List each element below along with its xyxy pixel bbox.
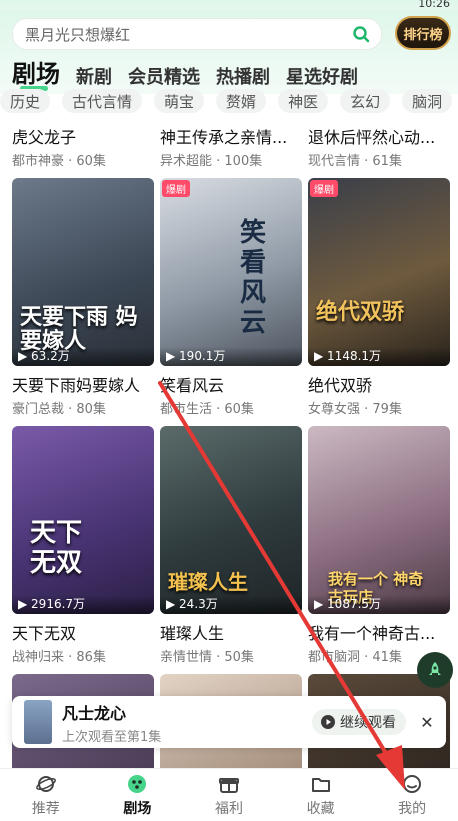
- nav-label: 收藏: [306, 800, 335, 817]
- drama-meta: 都市生活 · 60集: [160, 402, 254, 417]
- tab-hot[interactable]: 热播剧: [216, 63, 270, 89]
- folder-icon: [311, 777, 330, 792]
- nav-recommend[interactable]: 推荐: [0, 769, 92, 821]
- drama-poster[interactable]: 我有一个 神奇古玩店 ▶ 1087.5万: [308, 426, 450, 614]
- theater-icon: [128, 774, 147, 793]
- drama-poster[interactable]: 天下 无双 ▶ 2916.7万: [12, 426, 154, 614]
- play-count: ▶ 1087.5万: [308, 595, 450, 614]
- continue-thumbnail: [24, 700, 52, 744]
- status-time: 10:26: [418, 0, 450, 10]
- play-count-value: 1087.5万: [327, 597, 382, 611]
- drama-title: 天下无双: [12, 624, 77, 643]
- drama-grid: 虎父龙子 都市神豪 · 60集 神王传承之亲情... 异术超能 · 100集 退…: [0, 120, 458, 768]
- continue-watch-button[interactable]: 继续观看: [312, 709, 406, 735]
- poster-title-art: 天下 无双: [30, 518, 83, 578]
- play-count-value: 24.3万: [179, 597, 218, 611]
- gift-icon: [218, 777, 239, 793]
- category-tabs: 剧场 新剧 会员精选 热播剧 星选好剧: [12, 54, 358, 91]
- profile-icon: [403, 774, 422, 793]
- drama-card[interactable]: 笑看风云 都市生活 · 60集: [160, 372, 302, 417]
- play-count: ▶ 2916.7万: [12, 595, 154, 614]
- play-count-value: 2916.7万: [31, 597, 86, 611]
- drama-meta: 亲情世情 · 50集: [160, 650, 254, 665]
- nav-label: 剧场: [123, 800, 152, 817]
- tab-vip[interactable]: 会员精选: [128, 63, 200, 89]
- play-count: ▶ 24.3万: [160, 595, 302, 614]
- nav-label: 福利: [214, 800, 243, 817]
- continue-title: 凡士龙心: [62, 703, 127, 723]
- nav-profile[interactable]: 我的: [366, 769, 458, 821]
- continue-watch-label: 继续观看: [340, 715, 396, 731]
- drama-title: 退休后怦然心动...: [308, 128, 436, 147]
- drama-title: 神王传承之亲情...: [160, 128, 288, 147]
- chip-doctor[interactable]: 神医: [278, 89, 329, 113]
- play-count-value: 1148.1万: [327, 349, 382, 363]
- search-icon[interactable]: [347, 20, 375, 48]
- drama-title: 天要下雨妈要嫁人: [12, 376, 141, 395]
- tab-star-picks[interactable]: 星选好剧: [286, 63, 358, 89]
- continue-watching-bar[interactable]: 凡士龙心 上次观看至第1集 继续观看 ✕: [12, 696, 446, 748]
- rocket-float-button[interactable]: [417, 652, 453, 688]
- drama-card[interactable]: 天要下雨妈要嫁人 豪门总裁 · 80集: [12, 372, 154, 417]
- genre-chips: 历史 古代言情 萌宝 赘婿 神医 玄幻 脑洞: [0, 89, 458, 117]
- chip-brainhole[interactable]: 脑洞: [402, 89, 453, 113]
- drama-title: 虎父龙子: [12, 128, 77, 147]
- drama-poster[interactable]: 爆剧 绝代双骄 ▶ 1148.1万: [308, 178, 450, 366]
- play-count: ▶ 63.2万: [12, 347, 154, 366]
- drama-poster[interactable]: 天要下雨 妈要嫁人 ▶ 63.2万: [12, 178, 154, 366]
- drama-card[interactable]: 虎父龙子 都市神豪 · 60集: [12, 124, 154, 169]
- close-icon[interactable]: ✕: [414, 709, 440, 735]
- drama-title: 绝代双骄: [308, 376, 373, 395]
- chip-fantasy[interactable]: 玄幻: [340, 89, 391, 113]
- drama-meta: 都市神豪 · 60集: [12, 154, 106, 169]
- continue-subtitle: 上次观看至第1集: [62, 729, 162, 745]
- nav-label: 我的: [398, 800, 427, 817]
- drama-poster[interactable]: 爆剧 笑看风云 ▶ 190.1万: [160, 178, 302, 366]
- poster-title-art: 笑看风云: [240, 218, 267, 338]
- drama-meta: 异术超能 · 100集: [160, 154, 263, 169]
- ranking-button[interactable]: 排行榜: [395, 16, 451, 50]
- drama-meta: 战神归来 · 86集: [12, 650, 106, 665]
- drama-card[interactable]: 退休后怦然心动... 现代言情 · 61集: [308, 124, 450, 169]
- continue-info: 凡士龙心 上次观看至第1集: [62, 700, 312, 745]
- tab-theater[interactable]: 剧场: [12, 54, 60, 91]
- drama-poster[interactable]: 璀璨人生 ▶ 24.3万: [160, 426, 302, 614]
- drama-meta: 现代言情 · 61集: [308, 154, 402, 169]
- poster-title-art: 绝代双骄: [316, 300, 405, 325]
- planet-icon: [35, 775, 56, 792]
- chip-cute-baby[interactable]: 萌宝: [154, 89, 205, 113]
- play-count-value: 190.1万: [179, 349, 226, 363]
- nav-welfare[interactable]: 福利: [183, 769, 275, 821]
- tab-new[interactable]: 新剧: [76, 63, 112, 89]
- chip-ancient-romance[interactable]: 古代言情: [62, 89, 143, 113]
- bottom-nav: 推荐 剧场 福利 收藏 我的: [0, 768, 458, 821]
- hot-badge: 爆剧: [310, 180, 338, 197]
- drama-card[interactable]: 璀璨人生 亲情世情 · 50集: [160, 620, 302, 665]
- status-bar: 10:26: [0, 0, 458, 10]
- drama-meta: 女尊女强 · 79集: [308, 402, 402, 417]
- top-bar: 黑月光只想爆红 排行榜 剧场 新剧 会员精选 热播剧 星选好剧: [0, 10, 458, 94]
- drama-title: 笑看风云: [160, 376, 225, 395]
- drama-card[interactable]: 绝代双骄 女尊女强 · 79集: [308, 372, 450, 417]
- rocket-icon: [429, 662, 441, 675]
- play-count: ▶ 190.1万: [160, 347, 302, 366]
- play-circle-icon: [321, 715, 335, 729]
- drama-title: 璀璨人生: [160, 624, 225, 643]
- drama-meta: 豪门总裁 · 80集: [12, 402, 106, 417]
- chip-son-in-law[interactable]: 赘婿: [216, 89, 267, 113]
- search-bar[interactable]: 黑月光只想爆红: [12, 18, 382, 50]
- play-count: ▶ 1148.1万: [308, 347, 450, 366]
- play-count-value: 63.2万: [31, 349, 70, 363]
- search-placeholder: 黑月光只想爆红: [25, 25, 131, 44]
- nav-label: 推荐: [31, 800, 60, 817]
- drama-card[interactable]: 天下无双 战神归来 · 86集: [12, 620, 154, 665]
- chip-history[interactable]: 历史: [0, 89, 51, 113]
- hot-badge: 爆剧: [162, 180, 190, 197]
- poster-title-art: 璀璨人生: [168, 570, 248, 594]
- drama-card[interactable]: 神王传承之亲情... 异术超能 · 100集: [160, 124, 302, 169]
- nav-favorites[interactable]: 收藏: [275, 769, 367, 821]
- drama-title: 我有一个神奇古...: [308, 624, 436, 643]
- nav-theater[interactable]: 剧场: [92, 769, 184, 821]
